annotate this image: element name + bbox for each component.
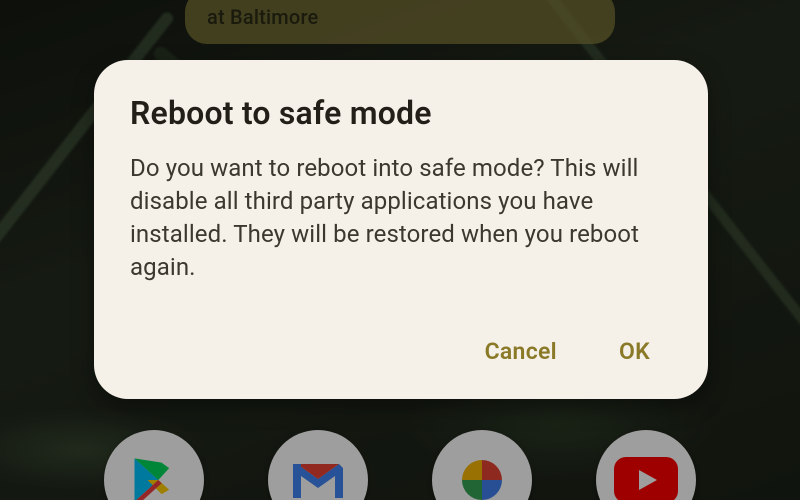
safe-mode-dialog: Reboot to safe mode Do you want to reboo… <box>94 60 708 399</box>
ok-button[interactable]: OK <box>615 330 654 373</box>
dialog-body: Do you want to reboot into safe mode? Th… <box>130 152 672 284</box>
cancel-button[interactable]: Cancel <box>481 330 561 373</box>
dialog-title: Reboot to safe mode <box>130 94 672 132</box>
dialog-actions: Cancel OK <box>130 330 672 373</box>
